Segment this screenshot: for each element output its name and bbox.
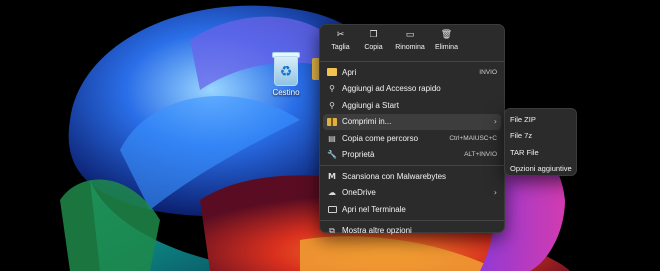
submenu-item-tar[interactable]: TAR File (505, 144, 576, 161)
delete-icon: 🗑 (440, 30, 453, 40)
compress-submenu: File ZIP File 7z TAR File Opzioni aggiun… (504, 108, 577, 176)
menu-item-pin-quick-access[interactable]: ⚲ Aggiungi ad Accesso rapido (320, 81, 504, 98)
menu-item-copy-as-path[interactable]: ▤ Copia come percorso Ctrl+MAIUSC+C (320, 130, 504, 147)
submenu-item-additional-options[interactable]: Opzioni aggiuntive (505, 161, 576, 178)
submenu-item-7z[interactable]: File 7z (505, 128, 576, 145)
menu-item-shortcut: INVIO (479, 68, 497, 76)
recycle-bin-desktop-icon[interactable]: ♻ Cestino (262, 52, 310, 97)
more-options-icon: ⧉ (329, 225, 335, 235)
menu-item-label: Mostra altre opzioni (342, 226, 412, 236)
cut-label: Taglia (331, 44, 350, 51)
recycle-bin-label: Cestino (272, 88, 300, 97)
menu-item-label: Apri nel Terminale (342, 204, 406, 214)
copy-button[interactable]: ❐ Copia (357, 25, 390, 59)
copy-icon: ❐ (369, 30, 378, 40)
wrench-icon: 🔧 (327, 150, 337, 160)
menu-item-open[interactable]: Apri INVIO (320, 64, 504, 81)
terminal-icon (327, 204, 337, 214)
menu-item-shortcut: ALT+INVIO (464, 151, 497, 159)
chevron-right-icon: › (493, 188, 497, 198)
delete-label: Elimina (435, 44, 458, 51)
menu-item-label: Comprimi in... (342, 117, 392, 127)
zip-icon (327, 117, 337, 127)
cut-button[interactable]: ✂ Taglia (324, 25, 357, 59)
recycle-bin-icon: ♻ (271, 52, 301, 86)
menu-item-malwarebytes-scan[interactable]: M Scansiona con Malwarebytes (320, 168, 504, 185)
menu-separator (320, 165, 504, 166)
menu-item-open-terminal[interactable]: Apri nel Terminale (320, 201, 504, 218)
menu-item-properties[interactable]: 🔧 Proprietà ALT+INVIO (320, 147, 504, 164)
pin-icon: ⚲ (329, 100, 335, 110)
menu-item-label: Copia come percorso (342, 133, 419, 143)
pin-icon: ⚲ (329, 84, 335, 94)
menu-item-label: Scansiona con Malwarebytes (342, 171, 447, 181)
onedrive-icon: ☁ (328, 188, 336, 198)
menu-item-onedrive[interactable]: ☁ OneDrive › (320, 185, 504, 202)
rename-icon: ▭ (405, 30, 415, 40)
malwarebytes-icon: M (328, 171, 336, 181)
submenu-item-zip[interactable]: File ZIP (505, 111, 576, 128)
menu-item-pin-start[interactable]: ⚲ Aggiungi a Start (320, 97, 504, 114)
menu-item-label: Aggiungi ad Accesso rapido (342, 84, 441, 94)
copy-label: Copia (364, 44, 383, 51)
delete-button[interactable]: 🗑 Elimina (430, 25, 463, 59)
menu-item-label: Proprietà (342, 150, 375, 160)
menu-item-label: OneDrive (342, 188, 376, 198)
menu-item-shortcut: Ctrl+MAIUSC+C (449, 134, 497, 142)
menu-item-label: Apri (342, 67, 357, 77)
rename-label: Rinomina (395, 44, 425, 51)
menu-item-more-options[interactable]: ⧉ Mostra altre opzioni (320, 223, 504, 240)
folder-icon (327, 67, 337, 77)
rename-button[interactable]: ▭ Rinomina (390, 25, 430, 59)
menu-item-compress[interactable]: Comprimi in... › (323, 113, 501, 130)
chevron-right-icon: › (493, 117, 497, 127)
context-menu: ✂ Taglia ❐ Copia ▭ Rinomina 🗑 Elimina Ap… (319, 24, 505, 235)
copy-path-icon: ▤ (328, 133, 336, 143)
menu-item-label: Aggiungi a Start (342, 100, 399, 110)
menu-separator (320, 219, 504, 221)
quick-actions-bar: ✂ Taglia ❐ Copia ▭ Rinomina 🗑 Elimina (320, 25, 504, 59)
cut-icon: ✂ (336, 30, 345, 40)
menu-separator (320, 61, 504, 62)
